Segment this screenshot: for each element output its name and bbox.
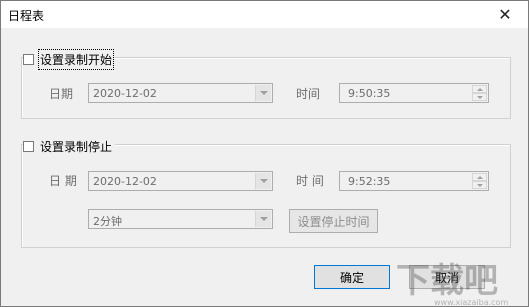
start-date-label: 日期 [49,87,74,101]
spin-down-icon[interactable] [472,181,487,189]
set-stop-time-button[interactable]: 设置停止时间 [289,209,378,233]
start-recording-checkbox[interactable] [23,54,34,65]
watermark-logo: 下载吧 www.xiazaiba.com [396,261,508,307]
start-time-spinner[interactable]: 9:50:35 [339,83,489,103]
stop-duration-select[interactable]: 2分钟 [88,209,273,229]
watermark-text: 下载吧 [396,261,498,301]
stop-recording-checkbox[interactable] [23,141,34,152]
stop-recording-label[interactable]: 设置录制停止 [40,138,112,155]
dropdown-arrow-icon[interactable] [255,173,271,189]
start-time-value: 9:50:35 [348,87,391,100]
spin-down-icon[interactable] [472,93,487,101]
stop-recording-group [21,144,511,248]
start-time-label: 时间 [296,87,321,101]
stop-recording-checkbox-row[interactable]: 设置录制停止 [23,138,116,155]
stop-time-value: 9:52:35 [348,175,391,188]
title-bar: 日程表 ✕ [1,1,528,28]
stop-time-spinner[interactable]: 9:52:35 [339,171,489,191]
stop-date-value: 2020-12-02 [93,175,157,188]
dialog-title: 日程表 [8,9,45,23]
stop-duration-value: 2分钟 [93,215,122,228]
stop-date-label: 日 期 [49,174,77,188]
dropdown-arrow-icon[interactable] [255,85,271,101]
close-icon: ✕ [498,5,512,24]
start-date-value: 2020-12-02 [93,87,157,100]
ok-button[interactable]: 确定 [314,265,390,289]
stop-time-label: 时 间 [296,174,324,188]
start-recording-label[interactable]: 设置录制开始 [37,49,115,70]
stop-date-picker[interactable]: 2020-12-02 [88,171,273,191]
start-recording-checkbox-row[interactable]: 设置录制开始 [23,49,116,70]
start-date-picker[interactable]: 2020-12-02 [88,83,273,103]
dropdown-arrow-icon[interactable] [255,211,271,227]
watermark-url: www.xiazaiba.com [434,298,508,307]
spin-up-icon[interactable] [472,173,487,181]
close-button[interactable]: ✕ [482,1,528,28]
spin-up-icon[interactable] [472,85,487,93]
